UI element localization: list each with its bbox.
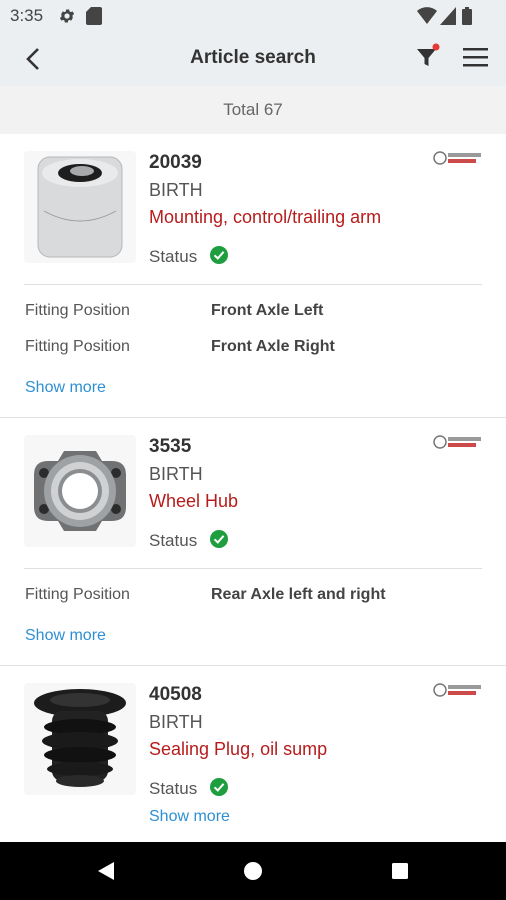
article-brand: BIRTH (149, 180, 203, 200)
system-nav-bar (0, 842, 506, 900)
article-brand: BIRTH (149, 712, 203, 732)
result-total: Total 67 (0, 86, 506, 134)
article-number: 3535 (149, 436, 192, 457)
fitting-position-value: Rear Axle left and right (211, 586, 386, 603)
sd-card-icon (86, 7, 102, 25)
check-circle-icon (210, 530, 228, 548)
show-more-link[interactable]: Show more (149, 808, 230, 826)
brand-logo-icon (433, 683, 481, 697)
fitting-position-label: Fitting Position (25, 338, 130, 355)
article-number: 40508 (149, 684, 202, 705)
battery-icon (462, 7, 472, 25)
gear-icon (59, 9, 75, 23)
status-time: 3:35 (10, 6, 44, 25)
article-card[interactable]: 40508 BIRTH Sealing Plug, oil sump Statu… (0, 666, 506, 841)
article-card[interactable]: 3535 BIRTH Wheel Hub Status Fitting Posi… (0, 418, 506, 666)
article-list: 20039 BIRTH Mounting, control/trailing a… (0, 134, 506, 841)
filter-active-dot (432, 43, 440, 51)
back-triangle-icon[interactable] (96, 861, 116, 881)
show-more-link[interactable]: Show more (25, 627, 106, 645)
menu-icon[interactable] (460, 43, 490, 71)
article-description[interactable]: Sealing Plug, oil sump (149, 739, 327, 760)
status-bar: 3:35 (0, 0, 506, 32)
home-circle-icon[interactable] (243, 861, 263, 881)
article-image (24, 151, 136, 263)
show-more-link[interactable]: Show more (25, 379, 106, 397)
divider (24, 568, 482, 569)
fitting-position-value: Front Axle Right (211, 338, 335, 355)
article-brand: BIRTH (149, 464, 203, 484)
brand-logo-icon (433, 435, 481, 449)
check-circle-icon (210, 778, 228, 796)
filter-icon[interactable] (414, 42, 442, 70)
brand-logo-icon (433, 151, 481, 165)
status-label: Status (149, 531, 198, 550)
article-image (24, 683, 136, 795)
fitting-position-value: Front Axle Left (211, 302, 324, 319)
fitting-position-label: Fitting Position (25, 586, 130, 603)
recents-square-icon[interactable] (390, 861, 410, 881)
app-bar: Article search (0, 32, 506, 86)
article-description[interactable]: Mounting, control/trailing arm (149, 207, 381, 228)
wifi-icon (417, 7, 437, 24)
fitting-position-label: Fitting Position (25, 302, 130, 319)
check-circle-icon (210, 246, 228, 264)
article-image (24, 435, 136, 547)
divider (24, 284, 482, 285)
article-description[interactable]: Wheel Hub (149, 491, 238, 512)
status-label: Status (149, 779, 198, 798)
signal-icon (440, 7, 456, 25)
article-card[interactable]: 20039 BIRTH Mounting, control/trailing a… (0, 134, 506, 418)
article-number: 20039 (149, 152, 202, 173)
status-label: Status (149, 247, 198, 266)
